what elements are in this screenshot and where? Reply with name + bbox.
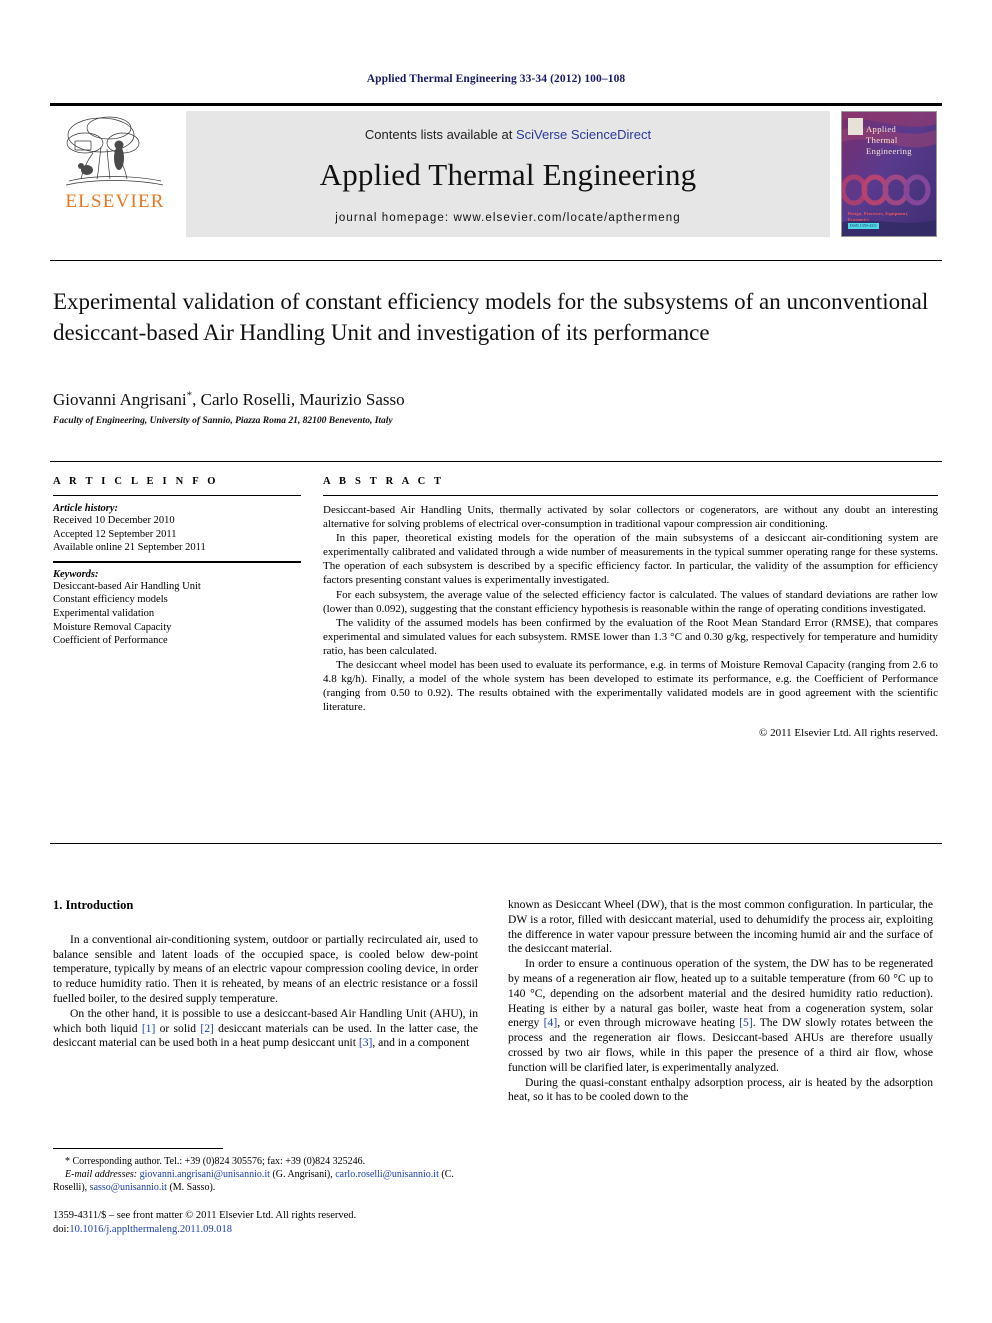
front-matter-line: 1359-4311/$ – see front matter © 2011 El… bbox=[53, 1210, 357, 1221]
abstract-column: A B S T R A C T Desiccant-based Air Hand… bbox=[323, 476, 938, 739]
keywords-label: Keywords: bbox=[53, 568, 99, 580]
masthead-center: Contents lists available at SciVerse Sci… bbox=[186, 111, 830, 237]
cover-title-line2: Thermal bbox=[866, 135, 898, 145]
issn-block: 1359-4311/$ – see front matter © 2011 El… bbox=[53, 1209, 478, 1237]
email-addresses-note: E-mail addresses: giovanni.angrisani@uni… bbox=[53, 1168, 478, 1194]
paper-page: Applied Thermal Engineering 33-34 (2012)… bbox=[0, 0, 992, 1323]
page-title: Experimental validation of constant effi… bbox=[53, 289, 929, 345]
keyword-item: Constant efficiency models bbox=[53, 594, 168, 606]
corresponding-author-note: * Corresponding author. Tel.: +39 (0)824… bbox=[65, 1156, 366, 1167]
cover-title-text: Applied Thermal Engineering bbox=[866, 124, 912, 157]
cover-title-line1: Applied bbox=[866, 124, 897, 134]
email-link[interactable]: sasso@unisannio.it bbox=[90, 1182, 167, 1193]
contents-prefix: Contents lists available at bbox=[364, 127, 516, 142]
author-names: Giovanni Angrisani*, Carlo Roselli, Maur… bbox=[53, 389, 405, 409]
abstract-paragraph: The desiccant wheel model has been used … bbox=[323, 659, 938, 714]
cover-title-line3: Engineering bbox=[866, 146, 912, 156]
elsevier-logo: ELSEVIER bbox=[50, 111, 180, 237]
abstract-paragraph: For each subsystem, the average value of… bbox=[323, 588, 938, 615]
sciencedirect-link[interactable]: SciVerse ScienceDirect bbox=[516, 127, 651, 142]
keyword-item: Coefficient of Performance bbox=[53, 635, 168, 647]
title-divider bbox=[50, 260, 942, 261]
email-link[interactable]: giovanni.angrisani@unisannio.it bbox=[140, 1169, 270, 1180]
abstract-paragraph: The validity of the assumed models has b… bbox=[323, 616, 938, 657]
cover-elsevier-badge bbox=[848, 118, 863, 135]
citation-ref[interactable]: [3] bbox=[359, 1036, 373, 1049]
abstract-paragraph: In this paper, theoretical existing mode… bbox=[323, 532, 938, 587]
cover-footer-text: Design, Processes, Equipment, Economics … bbox=[848, 211, 930, 229]
abstract-bottom-divider bbox=[50, 843, 942, 844]
running-head: Applied Thermal Engineering 33-34 (2012)… bbox=[366, 73, 626, 85]
para-text: , or even through microwave heating bbox=[557, 1016, 740, 1030]
journal-cover-image: Applied Thermal Engineering Design, Proc… bbox=[841, 111, 937, 237]
email-owner: (M. Sasso). bbox=[166, 1182, 216, 1194]
body-paragraph: On the other hand, it is possible to use… bbox=[53, 1007, 478, 1051]
doi-link[interactable]: 10.1016/j.applthermaleng.2011.09.018 bbox=[69, 1224, 232, 1235]
keyword-item: Desiccant-based Air Handling Unit bbox=[53, 580, 201, 592]
article-history-item: Accepted 12 September 2011 bbox=[53, 528, 177, 540]
doi-line: doi:10.1016/j.applthermaleng.2011.09.018 bbox=[53, 1223, 478, 1237]
author-list: Giovanni Angrisani*, Carlo Roselli, Maur… bbox=[53, 389, 933, 410]
cover-footer-authors: Design, Processes, Equipment, Economics bbox=[848, 211, 909, 222]
affiliation: Faculty of Engineering, University of Sa… bbox=[53, 416, 393, 426]
citation-ref[interactable]: [1] bbox=[142, 1022, 156, 1035]
abstract-paragraph: Desiccant-based Air Handling Units, ther… bbox=[323, 504, 938, 531]
info-abstract-divider bbox=[50, 461, 942, 462]
section-heading-introduction: 1. Introduction bbox=[53, 898, 134, 912]
body-paragraph: In order to ensure a continuous operatio… bbox=[508, 957, 933, 1075]
article-history-item: Available online 21 September 2011 bbox=[53, 542, 206, 554]
article-info-heading: A R T I C L E I N F O bbox=[53, 476, 219, 487]
email-label: E-mail addresses: bbox=[65, 1169, 138, 1181]
email-link[interactable]: carlo.roselli@unisannio.it bbox=[335, 1169, 439, 1180]
doi-label: doi: bbox=[53, 1224, 70, 1235]
abstract-heading: A B S T R A C T bbox=[323, 476, 445, 487]
keyword-item: Moisture Removal Capacity bbox=[53, 621, 172, 633]
citation-ref[interactable]: [4] bbox=[544, 1016, 558, 1029]
para-text: or solid bbox=[155, 1021, 201, 1035]
footnote-divider bbox=[53, 1148, 223, 1149]
email-owner: (G. Angrisani), bbox=[269, 1169, 336, 1181]
body-column-right: known as Desiccant Wheel (DW), that is t… bbox=[508, 898, 933, 1105]
body-paragraph: In a conventional air-conditioning syste… bbox=[53, 932, 478, 1005]
body-paragraph: known as Desiccant Wheel (DW), that is t… bbox=[508, 898, 933, 956]
article-history-label: Article history: bbox=[53, 503, 119, 514]
body-paragraph: During the quasi-constant enthalpy adsor… bbox=[508, 1075, 933, 1104]
copyright-notice: © 2011 Elsevier Ltd. All rights reserved… bbox=[758, 727, 938, 740]
citation-ref[interactable]: [5] bbox=[739, 1016, 753, 1029]
para-text: , and in a component bbox=[372, 1036, 470, 1050]
article-info-rule bbox=[53, 495, 301, 496]
cover-footer-code: ISSN 1359-4311 bbox=[848, 223, 879, 229]
journal-title: Applied Thermal Engineering bbox=[319, 157, 697, 192]
contents-available-line: Contents lists available at SciVerse Sci… bbox=[186, 127, 830, 142]
citation-ref[interactable]: [2] bbox=[200, 1022, 214, 1035]
elsevier-tree-icon bbox=[65, 116, 164, 186]
footnote-block: * Corresponding author. Tel.: +39 (0)824… bbox=[53, 1155, 478, 1195]
journal-cover-cell: Applied Thermal Engineering Design, Proc… bbox=[836, 111, 942, 237]
keywords-rule bbox=[53, 560, 301, 563]
journal-homepage-link[interactable]: journal homepage: www.elsevier.com/locat… bbox=[186, 212, 830, 224]
abstract-rule bbox=[323, 495, 938, 496]
journal-masthead: ELSEVIER Contents lists available at Sci… bbox=[50, 103, 942, 237]
article-history-item: Received 10 December 2010 bbox=[53, 515, 175, 526]
keyword-item: Experimental validation bbox=[53, 607, 155, 619]
body-column-left: 1. Introduction In a conventional air-co… bbox=[53, 898, 478, 1051]
elsevier-wordmark: ELSEVIER bbox=[65, 191, 165, 212]
article-info-column: A R T I C L E I N F O Article history: R… bbox=[53, 476, 301, 648]
